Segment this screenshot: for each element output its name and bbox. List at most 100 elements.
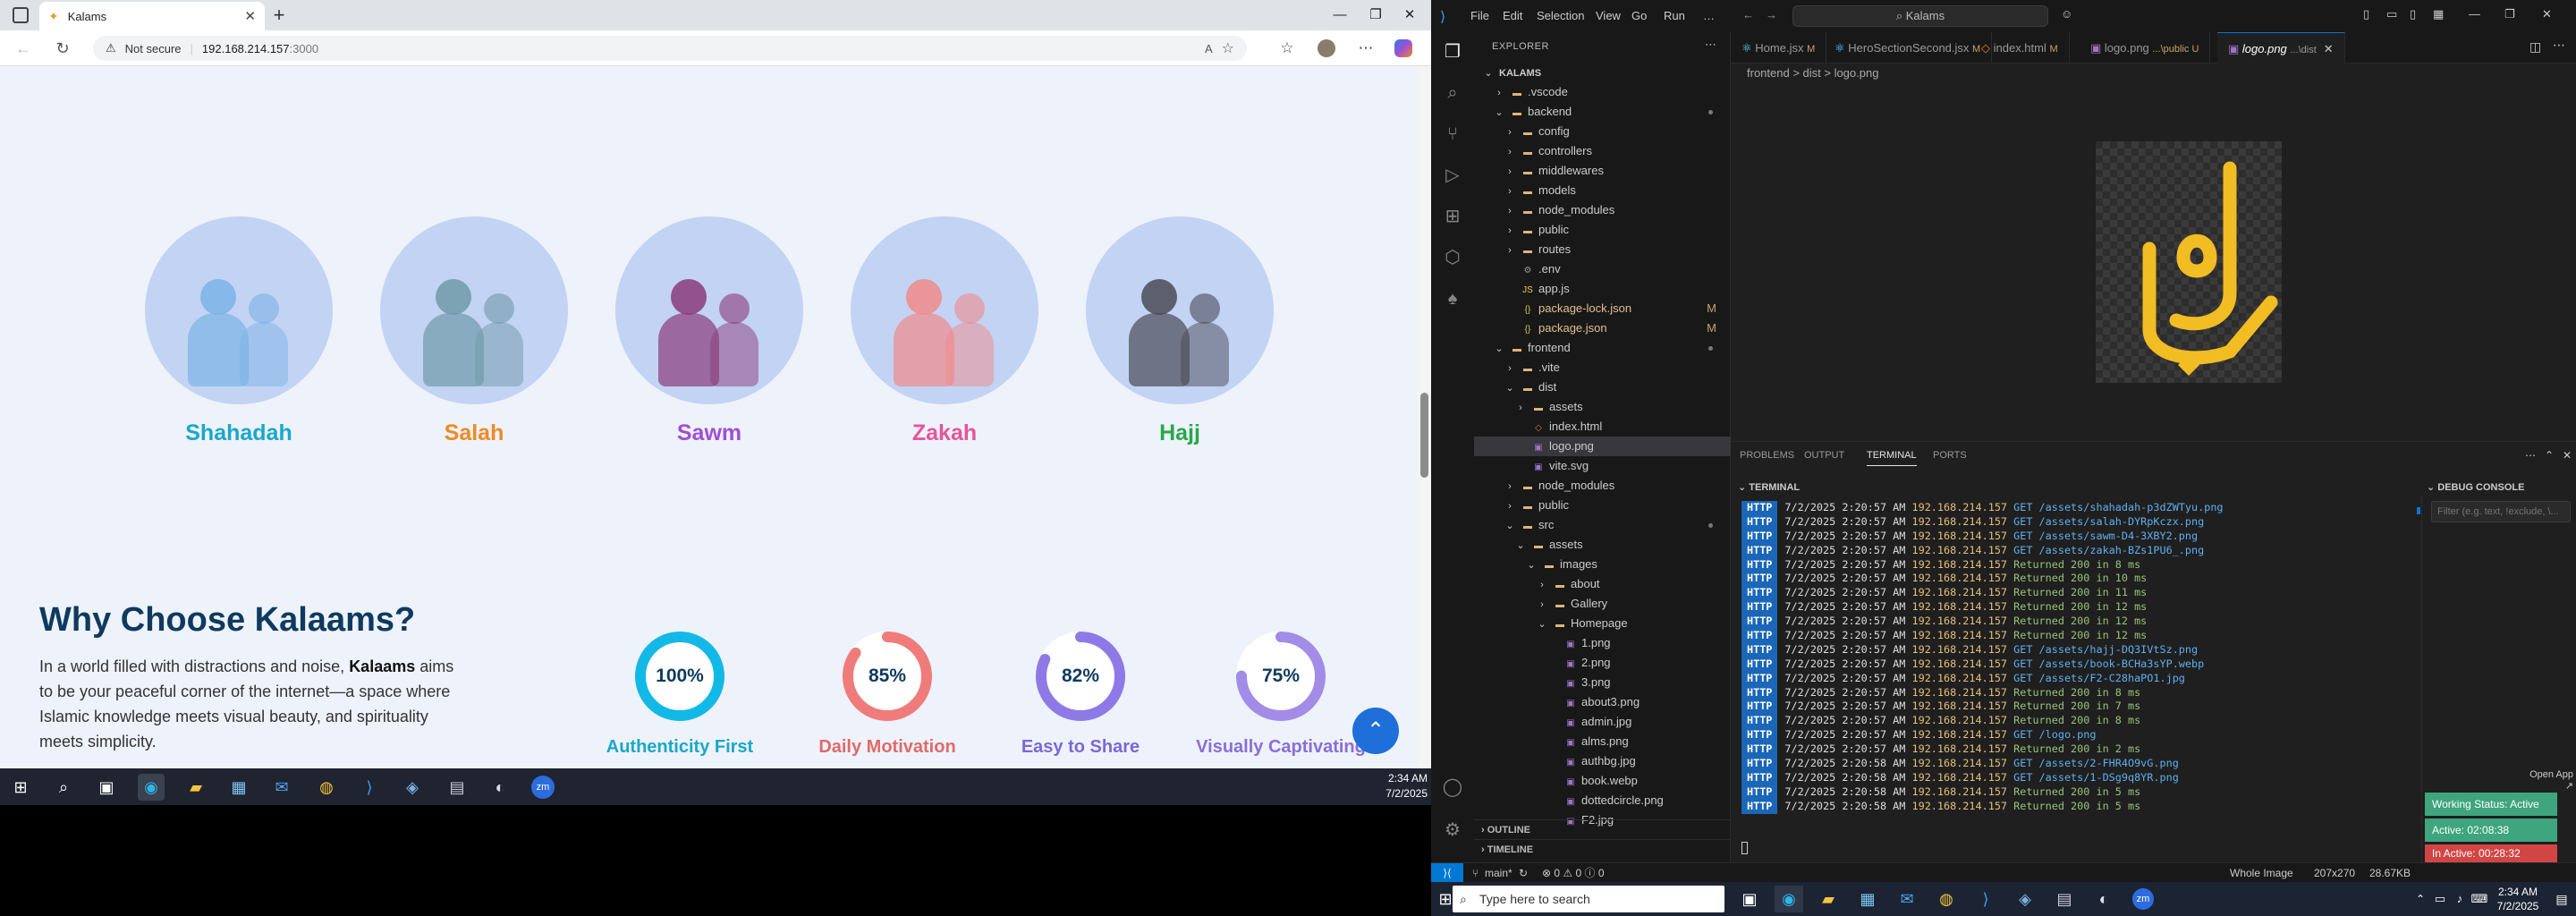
toggle-sidebar-icon[interactable]: ▯ xyxy=(2363,7,2369,21)
nav-back-icon[interactable]: ← xyxy=(1742,8,1754,21)
terminal-scrollbar[interactable] xyxy=(2417,507,2420,514)
source-control-icon[interactable]: ⑂ xyxy=(1440,122,1465,147)
tree-file[interactable]: ▣ logo.png xyxy=(1474,437,1731,456)
tree-folder[interactable]: › ▬ .vite xyxy=(1474,358,1731,377)
file-explorer-icon[interactable]: ▰ xyxy=(182,774,209,801)
zoom-icon[interactable]: zm xyxy=(531,776,555,799)
task-view-icon[interactable]: ▣ xyxy=(93,774,120,801)
file-explorer-icon[interactable]: ▰ xyxy=(1814,886,1843,912)
tree-folder[interactable]: ⌄ ▬ images xyxy=(1474,555,1731,574)
tree-file[interactable]: ▣ dottedcircle.png xyxy=(1474,791,1731,810)
terminal-output[interactable]: HTTP 7/2/2025 2:20:57 AM 192.168.214.157 … xyxy=(1741,501,2421,814)
tree-file[interactable]: {} package.json M xyxy=(1474,318,1731,338)
tree-folder[interactable]: › ▬ routes xyxy=(1474,240,1731,259)
timeline-section[interactable]: › TIMELINE xyxy=(1474,839,1731,859)
panel-tab[interactable]: PORTS xyxy=(1933,450,1967,461)
tree-file[interactable]: {} package-lock.json M xyxy=(1474,299,1731,318)
toggle-panel-icon[interactable]: ▭ xyxy=(2386,7,2397,21)
menu-item[interactable]: Edit xyxy=(1503,9,1522,22)
close-panel-icon[interactable]: ✕ xyxy=(2563,449,2572,462)
copilot-icon[interactable]: ☺ xyxy=(2061,7,2072,21)
tree-folder[interactable]: › ▬ middlewares xyxy=(1474,161,1731,181)
menu-item[interactable]: File xyxy=(1470,9,1489,22)
remote-icon[interactable]: ⬡ xyxy=(1440,245,1465,270)
tree-folder[interactable]: › ▬ public xyxy=(1474,220,1731,240)
layout-icon[interactable]: ▦ xyxy=(2433,7,2444,21)
editor-tab[interactable]: ⚛ Home.jsx M xyxy=(1731,32,1827,64)
windows-start-icon[interactable]: ⊞ xyxy=(7,774,34,801)
tree-file[interactable]: ◇ index.html xyxy=(1474,417,1731,437)
sync-icon[interactable]: ↻ xyxy=(1519,863,1528,883)
menu-item[interactable]: … xyxy=(1703,9,1715,22)
search-icon[interactable]: ⌕ xyxy=(1440,81,1465,106)
app-icon-2[interactable]: ▤ xyxy=(2050,886,2079,912)
read-aloud-icon[interactable]: A xyxy=(1205,42,1213,55)
tree-file[interactable]: JS app.js xyxy=(1474,279,1731,299)
chrome-icon[interactable]: ◍ xyxy=(313,774,340,801)
tree-folder[interactable]: › ▬ config xyxy=(1474,122,1731,141)
tree-file[interactable]: ▣ 2.png xyxy=(1474,653,1731,673)
chrome-icon[interactable]: ◍ xyxy=(1932,886,1961,912)
browser-tab-kalams[interactable]: ✦ Kalams ✕ xyxy=(39,2,265,30)
tree-file[interactable]: ⚙ .env xyxy=(1474,259,1731,279)
panel-tab[interactable]: TERMINAL xyxy=(1867,450,1917,466)
maximize-button[interactable]: ❐ xyxy=(2504,7,2515,21)
tree-file[interactable]: ▣ vite.svg xyxy=(1474,456,1731,476)
remote-indicator-icon[interactable]: ⟩⟨ xyxy=(1431,863,1463,883)
task-view-icon[interactable]: ▣ xyxy=(1735,886,1764,912)
edge-icon[interactable]: ◉ xyxy=(1775,886,1803,912)
image-zoom-mode[interactable]: Whole Image xyxy=(2230,863,2293,883)
tree-folder[interactable]: ⌄ ▬ frontend xyxy=(1474,338,1731,358)
close-window-button[interactable]: ✕ xyxy=(1392,4,1428,27)
minimize-button[interactable]: — xyxy=(1322,4,1358,27)
search-icon[interactable]: ⌕ xyxy=(50,774,77,801)
account-icon[interactable]: ◯ xyxy=(1440,775,1465,800)
open-app-button[interactable]: Open App ↗ xyxy=(2525,769,2576,792)
edge-icon[interactable]: ◉ xyxy=(138,774,165,801)
tree-file[interactable]: ▣ admin.jpg xyxy=(1474,712,1731,732)
tree-folder[interactable]: › ▬ node_modules xyxy=(1474,476,1731,496)
command-center[interactable]: ⌕ Kalams xyxy=(1792,5,2048,27)
close-window-button[interactable]: ✕ xyxy=(2542,7,2552,21)
reload-icon[interactable]: ↻ xyxy=(50,36,75,61)
tree-folder[interactable]: ⌄ ▬ backend xyxy=(1474,102,1731,122)
menu-item[interactable]: Selection xyxy=(1537,9,1584,22)
favorite-star-icon[interactable]: ☆ xyxy=(1222,39,1234,57)
explorer-icon[interactable]: ❐ xyxy=(1440,39,1465,64)
editor-tab[interactable]: ◇ index.html M xyxy=(1970,32,2070,64)
explorer-more-icon[interactable]: ⋯ xyxy=(1705,38,1716,52)
editor-more-icon[interactable]: ⋯ xyxy=(2553,38,2565,53)
taskbar-search-box[interactable]: ⌕ Type here to search xyxy=(1453,886,1724,912)
outline-section[interactable]: › OUTLINE xyxy=(1474,819,1731,839)
tree-file[interactable]: ▣ about3.png xyxy=(1474,692,1731,712)
editor-tab[interactable]: ⚛ HeroSectionSecond.jsx M xyxy=(1824,32,1993,64)
panel-tab[interactable]: OUTPUT xyxy=(1804,450,1844,461)
app-icon[interactable]: ◈ xyxy=(399,774,426,801)
tree-folder[interactable]: ⌄ KALAMS xyxy=(1474,63,1731,82)
tree-folder[interactable]: › ▬ .vscode xyxy=(1474,82,1731,102)
app-icon-3[interactable]: ◐ xyxy=(487,774,513,801)
tree-folder[interactable]: ⌄ ▬ Homepage xyxy=(1474,614,1731,633)
tree-folder[interactable]: › ▬ node_modules xyxy=(1474,200,1731,220)
store-icon[interactable]: ▦ xyxy=(225,774,252,801)
editor-tab[interactable]: ▣ logo.png ...\public U xyxy=(2080,32,2211,64)
maximize-button[interactable]: ❐ xyxy=(1358,4,1394,27)
mail-icon[interactable]: ✉ xyxy=(268,774,295,801)
tree-folder[interactable]: › ▬ models xyxy=(1474,181,1731,200)
problems-indicator[interactable]: ⊗ 0 ⚠ 0 ⓘ 0 xyxy=(1542,863,1605,883)
favorites-icon[interactable]: ☆ xyxy=(1275,37,1299,60)
app-icon-3[interactable]: ◐ xyxy=(2089,886,2118,912)
vscode-icon[interactable]: ⟩ xyxy=(1971,886,2000,912)
url-field[interactable]: ⚠ Not secure | 192.168.214.157:3000 A ☆ xyxy=(93,36,1247,61)
scroll-to-top-button[interactable]: ⌃ xyxy=(1352,708,1399,754)
mongodb-icon[interactable]: ♠ xyxy=(1440,286,1465,311)
nav-forward-icon[interactable]: → xyxy=(1766,8,1777,21)
close-tab-icon[interactable]: ✕ xyxy=(2324,42,2334,55)
copilot-icon[interactable] xyxy=(1392,37,1415,60)
tree-file[interactable]: ▣ alms.png xyxy=(1474,732,1731,751)
tree-folder[interactable]: ⌄ ▬ dist xyxy=(1474,377,1731,397)
more-options-icon[interactable]: ⋯ xyxy=(1354,37,1377,60)
toggle-secondary-icon[interactable]: ▯ xyxy=(2410,7,2416,21)
menu-item[interactable]: View xyxy=(1596,9,1621,22)
notification-icon[interactable]: ▤ xyxy=(2547,886,2576,912)
